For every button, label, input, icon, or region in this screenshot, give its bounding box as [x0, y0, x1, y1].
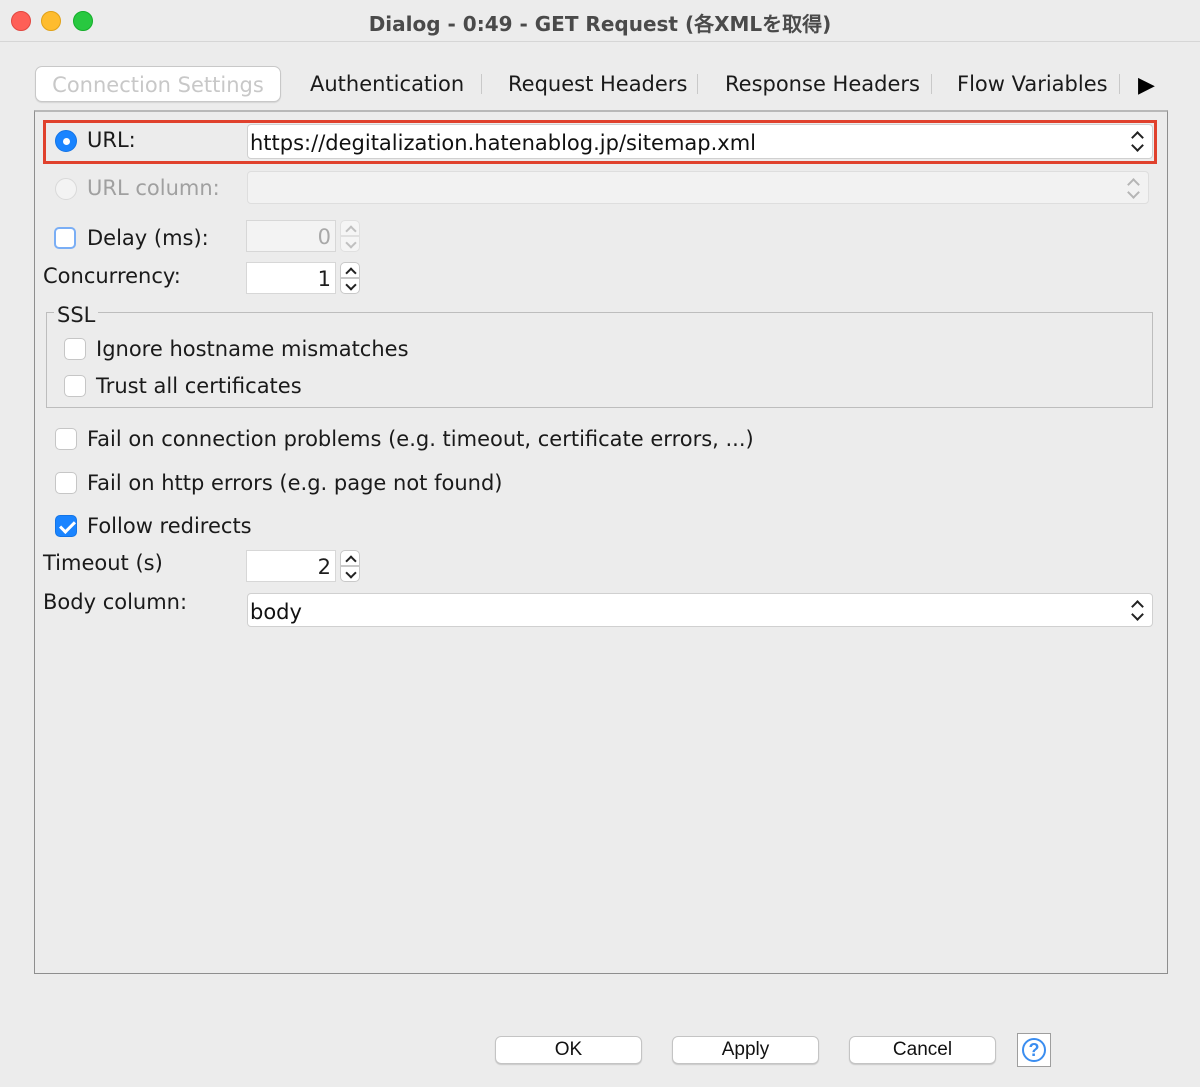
chevron-down-icon[interactable] — [340, 236, 360, 252]
chevron-up-icon[interactable] — [340, 262, 360, 278]
chevron-up-down-icon — [1130, 598, 1144, 624]
delay-stepper[interactable] — [340, 220, 360, 252]
ignore-hostname-checkbox[interactable] — [64, 338, 86, 360]
ok-button[interactable]: OK — [495, 1036, 642, 1064]
tab-separator — [931, 74, 932, 94]
follow-redirects-label: Follow redirects — [87, 514, 252, 538]
chevron-up-down-icon — [1126, 176, 1140, 202]
chevron-down-icon[interactable] — [340, 566, 360, 582]
cancel-button[interactable]: Cancel — [849, 1036, 996, 1064]
url-radio-button[interactable] — [55, 130, 77, 152]
trust-all-certificates-label: Trust all certificates — [96, 374, 302, 398]
tab-separator — [1119, 74, 1120, 94]
follow-redirects-checkbox[interactable] — [55, 515, 77, 537]
tab-authentication[interactable]: Authentication — [310, 66, 464, 102]
url-column-label: URL column: — [87, 176, 220, 200]
body-column-select[interactable]: body — [247, 593, 1153, 627]
concurrency-field[interactable]: 1 — [246, 262, 336, 294]
ignore-hostname-label: Ignore hostname mismatches — [96, 337, 409, 361]
timeout-label: Timeout (s) — [43, 551, 163, 575]
apply-button[interactable]: Apply — [672, 1036, 819, 1064]
url-label: URL: — [87, 128, 136, 152]
chevron-up-down-icon — [1130, 129, 1144, 155]
fail-connection-checkbox[interactable] — [55, 428, 77, 450]
question-mark-icon: ? — [1022, 1038, 1046, 1062]
url-value: https://degitalization.hatenablog.jp/sit… — [250, 131, 756, 155]
concurrency-stepper[interactable] — [340, 262, 360, 294]
fail-http-checkbox[interactable] — [55, 472, 77, 494]
help-button[interactable]: ? — [1017, 1033, 1051, 1067]
tab-flow-variables[interactable]: Flow Variables — [957, 66, 1108, 102]
fail-http-label: Fail on http errors (e.g. page not found… — [87, 471, 503, 495]
body-column-value: body — [250, 600, 302, 624]
timeout-field[interactable]: 2 — [246, 550, 336, 582]
delay-label: Delay (ms): — [87, 226, 209, 250]
tab-bar: Connection Settings Authentication Reque… — [30, 66, 1170, 102]
chevron-up-icon[interactable] — [340, 550, 360, 566]
title-bar: Dialog - 0:49 - GET Request (各XMLを取得) — [0, 0, 1200, 42]
ssl-group-title: SSL — [54, 303, 99, 327]
timeout-stepper[interactable] — [340, 550, 360, 582]
trust-all-certificates-checkbox[interactable] — [64, 375, 86, 397]
url-column-select[interactable] — [247, 171, 1149, 204]
chevron-up-icon[interactable] — [340, 220, 360, 236]
concurrency-label: Concurrency: — [43, 264, 181, 288]
tab-connection-settings[interactable]: Connection Settings — [35, 66, 281, 102]
body-column-label: Body column: — [43, 590, 188, 614]
tab-response-headers[interactable]: Response Headers — [725, 66, 920, 102]
window-title: Dialog - 0:49 - GET Request (各XMLを取得) — [368, 12, 832, 36]
delay-checkbox[interactable] — [54, 227, 76, 249]
tab-separator — [697, 74, 698, 94]
triangle-right-icon[interactable]: ▶ — [1138, 72, 1155, 98]
url-column-radio-button[interactable] — [55, 178, 77, 200]
url-input[interactable]: https://degitalization.hatenablog.jp/sit… — [247, 124, 1153, 159]
chevron-down-icon[interactable] — [340, 278, 360, 294]
tab-request-headers[interactable]: Request Headers — [508, 66, 687, 102]
tab-separator — [481, 74, 482, 94]
fail-connection-label: Fail on connection problems (e.g. timeou… — [87, 427, 754, 451]
delay-field[interactable]: 0 — [246, 220, 336, 252]
